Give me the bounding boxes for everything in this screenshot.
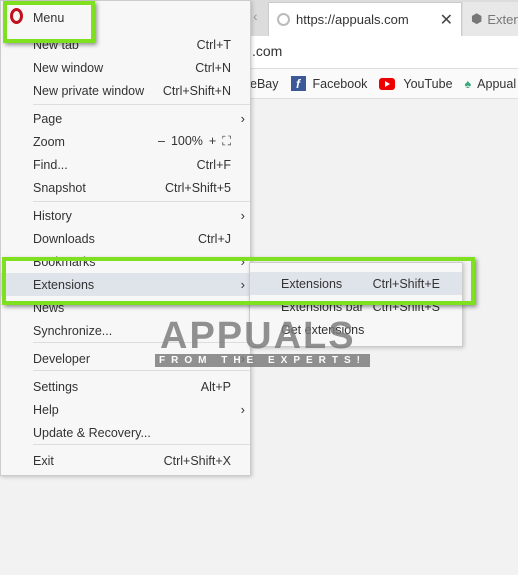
extension-cube-icon: ⬢	[471, 11, 483, 26]
opera-menu: Menu New tab Ctrl+T New window Ctrl+N New pr…	[0, 0, 251, 476]
zoom-in-button[interactable]: +	[209, 134, 216, 149]
menu-item-label: Update & Recovery...	[33, 425, 151, 440]
bookmark-label: Facebook	[312, 76, 368, 91]
zoom-controls: –100% + ⛶	[158, 134, 231, 149]
menu-separator	[33, 444, 250, 445]
youtube-icon	[379, 77, 396, 90]
menu-item-label: History	[33, 208, 72, 223]
menu-item-label: Find...	[33, 157, 68, 172]
bookmark-label: eBay	[250, 76, 279, 91]
appuals-icon: ♠	[464, 76, 472, 91]
facebook-icon: f	[290, 76, 306, 91]
menu-item-update-recovery[interactable]: Update & Recovery...	[1, 421, 251, 444]
zoom-out-button[interactable]: –	[158, 134, 165, 149]
bookmark-appuals[interactable]: ♠ Appual	[465, 77, 517, 91]
menu-item-help[interactable]: Help ›	[1, 398, 251, 421]
menu-item-history[interactable]: History ›	[1, 204, 251, 227]
shortcut: Ctrl+Shift+X	[163, 453, 231, 468]
menu-item-find[interactable]: Find... Ctrl+F	[1, 153, 251, 176]
watermark-tagline: FROM THE EXPERTS!	[155, 354, 371, 367]
menu-item-label: Snapshot	[33, 180, 86, 195]
zoom-level: 100%	[170, 134, 203, 148]
tab-appuals[interactable]: https://appuals.com ✕	[268, 2, 462, 36]
tab-scroll-left-icon[interactable]: ‹	[253, 8, 258, 24]
shortcut: Ctrl+F	[196, 157, 231, 172]
tab-title: https://appuals.com	[296, 12, 409, 27]
chevron-right-icon: ›	[240, 402, 245, 417]
menu-item-label: Zoom	[33, 134, 65, 149]
menu-item-page[interactable]: Page ›	[1, 107, 251, 130]
watermark-text: APPUALS	[160, 315, 356, 357]
menu-item-new-private-window[interactable]: New private window Ctrl+Shift+N	[1, 79, 251, 102]
bookmark-ebay[interactable]: eBay	[250, 77, 279, 91]
menu-item-label: New private window	[33, 83, 145, 98]
shortcut: Alt+P	[200, 379, 231, 394]
menu-item-label: Synchronize...	[33, 323, 113, 338]
bookmark-label: Appual	[477, 76, 517, 91]
menu-item-zoom[interactable]: Zoom –100% + ⛶	[1, 130, 251, 153]
shortcut: Ctrl+J	[198, 231, 231, 246]
menu-item-label: Developer	[33, 351, 90, 366]
menu-item-label: Settings	[33, 379, 79, 394]
address-text: .com	[252, 43, 283, 59]
shortcut: Ctrl+Shift+5	[164, 180, 231, 195]
chevron-right-icon: ›	[240, 208, 245, 223]
menu-separator	[33, 370, 250, 371]
tab-title: Extens	[487, 11, 518, 27]
bookmark-youtube[interactable]: YouTube	[379, 76, 453, 91]
shortcut: Ctrl+N	[195, 60, 231, 75]
appuals-watermark: APPUALS FROM THE EXPERTS!	[155, 315, 371, 367]
menu-item-new-window[interactable]: New window Ctrl+N	[1, 56, 251, 79]
bookmark-label: YouTube	[403, 76, 453, 91]
bookmark-facebook[interactable]: f Facebook	[290, 76, 368, 91]
menu-item-label: Exit	[33, 453, 54, 468]
menu-item-label: New window	[33, 60, 104, 75]
loading-icon	[277, 13, 290, 26]
tab-extensions[interactable]: ⬢ Extens	[463, 2, 518, 36]
highlight-box-menu	[3, 1, 95, 43]
menu-item-settings[interactable]: Settings Alt+P	[1, 375, 251, 398]
menu-item-exit[interactable]: Exit Ctrl+Shift+X	[1, 449, 251, 472]
highlight-box-extensions	[2, 257, 475, 305]
menu-item-label: Downloads	[33, 231, 95, 246]
menu-separator	[33, 201, 250, 202]
fullscreen-icon[interactable]: ⛶	[222, 134, 231, 149]
menu-separator	[33, 104, 250, 105]
menu-item-label: Help	[33, 402, 59, 417]
chevron-right-icon: ›	[240, 111, 245, 126]
menu-item-snapshot[interactable]: Snapshot Ctrl+Shift+5	[1, 176, 251, 199]
shortcut: Ctrl+T	[196, 37, 231, 52]
shortcut: Ctrl+Shift+N	[162, 83, 231, 98]
menu-item-label: Page	[33, 111, 63, 126]
close-icon[interactable]: ✕	[440, 10, 453, 30]
menu-item-downloads[interactable]: Downloads Ctrl+J	[1, 227, 251, 250]
